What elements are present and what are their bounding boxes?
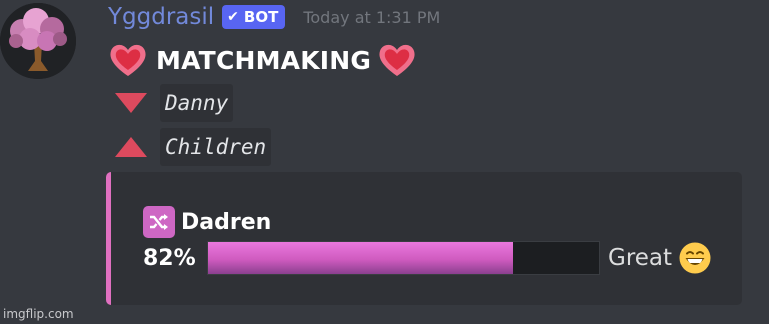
message-title: MATCHMAKING	[156, 45, 372, 75]
compatibility-rating: Great	[608, 245, 673, 271]
pink-tree-icon	[0, 3, 76, 79]
inline-code-name: Children	[160, 128, 272, 166]
username[interactable]: Yggdrasil	[108, 4, 214, 30]
shuffle-icon	[143, 206, 175, 238]
grinning-face-icon	[679, 242, 711, 274]
heart-icon	[110, 44, 146, 76]
message-header: Yggdrasil ✔ BOT Today at 1:31 PM	[108, 1, 440, 33]
heart-icon	[379, 44, 415, 76]
name-row: Danny	[112, 84, 234, 122]
bot-badge: ✔ BOT	[222, 5, 286, 29]
inline-code-name: Danny	[160, 84, 234, 122]
compatibility-bar	[207, 241, 600, 275]
bot-avatar[interactable]	[0, 3, 76, 79]
name-row: Children	[112, 128, 272, 166]
compatibility-line: 82% Great	[143, 238, 712, 278]
checkmark-icon: ✔	[227, 9, 239, 25]
triangle-up-icon	[115, 137, 147, 157]
timestamp: Today at 1:31 PM	[303, 7, 441, 27]
compatibility-bar-fill	[208, 242, 513, 274]
embed-author-name: Dadren	[181, 209, 272, 235]
triangle-down-icon	[115, 93, 147, 113]
embed-author: Dadren	[143, 206, 271, 238]
message-title-line: MATCHMAKING	[108, 40, 417, 80]
bot-badge-label: BOT	[243, 8, 279, 26]
compatibility-percent: 82%	[143, 245, 196, 271]
imgflip-watermark: imgflip.com	[3, 307, 74, 321]
match-embed: Dadren 82% Great	[106, 172, 742, 305]
